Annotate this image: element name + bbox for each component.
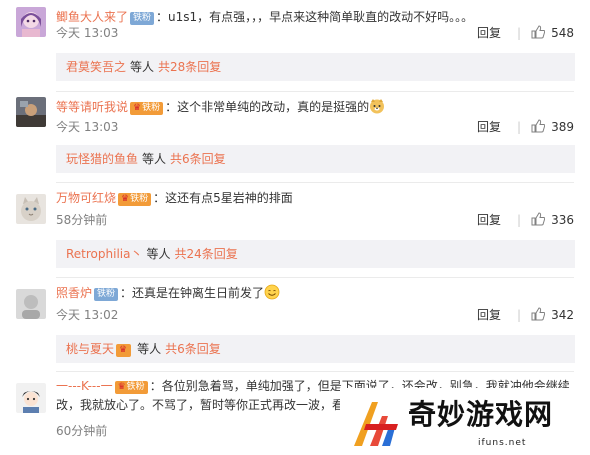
- action-divider: |: [517, 26, 522, 40]
- sub-reply-etc: 等人: [137, 342, 162, 356]
- thumbs-up-icon: [531, 307, 551, 322]
- avatar[interactable]: [16, 289, 46, 319]
- like-count: 389: [551, 120, 574, 134]
- site-logo-icon: [354, 402, 398, 446]
- crown-icon: ♛: [119, 345, 128, 355]
- comment-text: ：这个非常单纯的改动，真的是挺强的: [165, 100, 370, 114]
- divider: [56, 277, 574, 278]
- sub-reply-username[interactable]: Retrophilia丶: [66, 247, 142, 261]
- like-button[interactable]: 336: [531, 212, 574, 227]
- sub-reply-etc: 等人: [142, 152, 167, 166]
- thumbs-up-icon: [531, 25, 551, 40]
- sub-reply-count[interactable]: 共6条回复: [165, 342, 221, 356]
- divider: [56, 371, 574, 372]
- avatar[interactable]: [16, 7, 46, 37]
- comment-body: 万物可红烧 ♛铁粉 ：这还有点5星岩神的排面: [56, 188, 582, 208]
- username-link[interactable]: 一---K---一: [56, 379, 113, 393]
- smile-emoji-icon: [264, 284, 280, 300]
- username-link[interactable]: 万物可红烧: [56, 191, 116, 205]
- reply-button[interactable]: 回复: [477, 308, 501, 322]
- thumbs-up-icon: [531, 119, 551, 134]
- avatar[interactable]: [16, 194, 46, 224]
- comment-time: 今天 13:03: [56, 120, 119, 134]
- comment-actions: 回复 | 548: [477, 25, 574, 41]
- sub-reply-count[interactable]: 共24条回复: [175, 247, 238, 261]
- divider: [56, 182, 574, 183]
- comment-body: 照香炉 铁粉 ：还真是在钟离生日前发了: [56, 283, 582, 303]
- comment-actions: 回复 | 389: [477, 119, 574, 135]
- like-button[interactable]: 342: [531, 307, 574, 322]
- comment-actions: 回复 | 342: [477, 307, 574, 323]
- crown-icon: ♛: [117, 382, 126, 392]
- sub-reply-username[interactable]: 桃与夏天: [66, 342, 114, 356]
- like-button[interactable]: 389: [531, 119, 574, 134]
- reply-button[interactable]: 回复: [477, 213, 501, 227]
- vip-fan-badge: ♛铁粉: [114, 381, 148, 394]
- comment-time: 今天 13:02: [56, 308, 119, 322]
- comment-time: 60分钟前: [56, 424, 108, 438]
- thumbs-up-icon: [531, 212, 551, 227]
- action-divider: |: [517, 213, 522, 227]
- sub-reply-count[interactable]: 共28条回复: [158, 60, 221, 74]
- reply-button[interactable]: 回复: [477, 120, 501, 134]
- action-divider: |: [517, 120, 522, 134]
- sub-reply-count[interactable]: 共6条回复: [170, 152, 226, 166]
- vip-fan-badge: ♛铁粉: [130, 102, 164, 115]
- comment-time: 58分钟前: [56, 213, 108, 227]
- vip-fan-badge: ♛铁粉: [118, 193, 152, 206]
- sub-replies-box[interactable]: 君莫笑吾之 等人 共28条回复: [56, 53, 575, 81]
- fan-badge: 铁粉: [130, 12, 155, 25]
- comment-text: ：这还有点5星岩神的排面: [153, 191, 293, 205]
- avatar[interactable]: [16, 383, 46, 413]
- divider: [56, 91, 574, 92]
- sub-reply-username[interactable]: 玩怪猎的鱼鱼: [66, 152, 138, 166]
- sub-replies-box[interactable]: 桃与夏天 ♛ 等人 共6条回复: [56, 335, 575, 363]
- action-divider: |: [517, 308, 522, 322]
- reply-button[interactable]: 回复: [477, 26, 501, 40]
- like-count: 342: [551, 308, 574, 322]
- avatar[interactable]: [16, 97, 46, 127]
- crown-icon: ♛: [133, 103, 142, 113]
- sub-replies-box[interactable]: 玩怪猎的鱼鱼 等人 共6条回复: [56, 145, 575, 173]
- sub-reply-etc: 等人: [146, 247, 171, 261]
- sub-replies-box[interactable]: Retrophilia丶 等人 共24条回复: [56, 240, 575, 268]
- sub-reply-etc: 等人: [130, 60, 155, 74]
- doge-emoji-icon: [369, 98, 385, 114]
- weibo-comment-list: 鲫鱼大人来了 铁粉 ：u1s1，有点强，，，早点来这种简单耿直的改动不好吗。。。 今…: [0, 0, 590, 455]
- comment-actions: 回复 | 336: [477, 212, 574, 228]
- like-count: 336: [551, 213, 574, 227]
- fan-badge: 铁粉: [94, 288, 119, 301]
- comment-text: ：u1s1，有点强，，，早点来这种简单耿直的改动不好吗。。。: [156, 10, 474, 24]
- like-button[interactable]: 548: [531, 25, 574, 40]
- comment-time: 今天 13:03: [56, 26, 119, 40]
- vip-icon: ♛: [116, 344, 132, 357]
- site-watermark: 奇妙游戏网 ifuns.net: [340, 388, 590, 455]
- sub-reply-username[interactable]: 君莫笑吾之: [66, 60, 126, 74]
- watermark-name: 奇妙游戏网: [408, 398, 554, 431]
- like-count: 548: [551, 26, 574, 40]
- username-link[interactable]: 鲫鱼大人来了: [56, 10, 128, 24]
- username-link[interactable]: 等等请听我说: [56, 100, 128, 114]
- comment-body: 鲫鱼大人来了 铁粉 ：u1s1，有点强，，，早点来这种简单耿直的改动不好吗。。。: [56, 7, 582, 27]
- crown-icon: ♛: [121, 194, 130, 204]
- comment-text: ：还真是在钟离生日前发了: [120, 286, 265, 300]
- watermark-url: ifuns.net: [478, 438, 527, 448]
- comment-body: 等等请听我说 ♛铁粉 ：这个非常单纯的改动，真的是挺强的: [56, 97, 582, 117]
- username-link[interactable]: 照香炉: [56, 286, 92, 300]
